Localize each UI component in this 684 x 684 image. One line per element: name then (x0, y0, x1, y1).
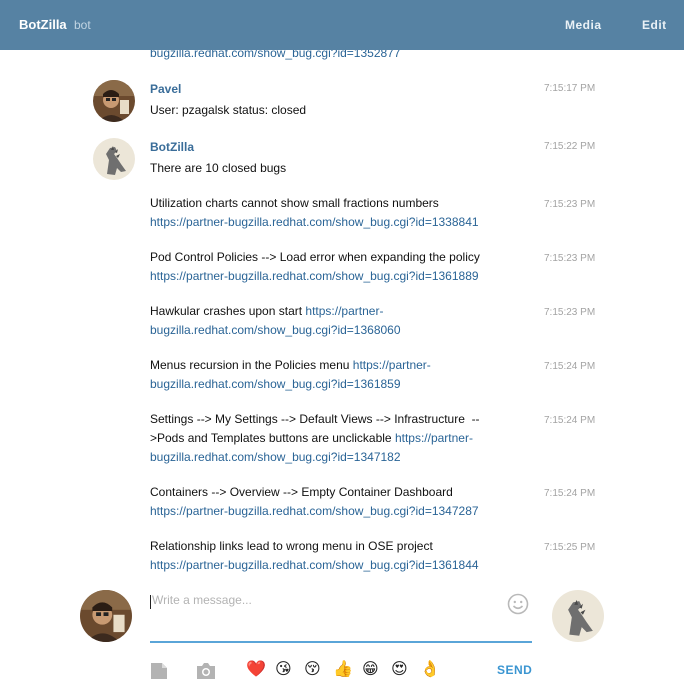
list-item: Menus recursion in the Policies menu htt… (150, 356, 520, 394)
message-input[interactable]: Write a message... (150, 593, 532, 643)
bug-title: Utilization charts cannot show small fra… (150, 196, 439, 210)
thumbs-up-emoji-icon[interactable]: 👍 (333, 660, 353, 678)
chat-header: BotZilla bot Media Edit (0, 0, 684, 50)
message-time: 7:15:25 PM (544, 542, 596, 553)
bug-title: Hawkular crashes upon start (150, 304, 306, 318)
list-item: Relationship links lead to wrong menu in… (150, 537, 520, 575)
grin-emoji-icon[interactable]: 😁 (362, 660, 379, 678)
camera-icon[interactable] (196, 662, 216, 684)
avatar-self[interactable] (80, 590, 132, 642)
edit-button[interactable]: Edit (642, 18, 667, 32)
send-button[interactable]: SEND (497, 663, 532, 677)
bug-title: Pod Control Policies --> Load error when… (150, 250, 480, 264)
kiss-emoji-icon[interactable]: 😘 (275, 660, 292, 678)
bug-title: >Pods and Templates buttons are unclicka… (150, 431, 395, 445)
bug-title: Containers --> Overview --> Empty Contai… (150, 485, 453, 499)
bug-title: Relationship links lead to wrong menu in… (150, 539, 433, 553)
bug-link[interactable]: bugzilla.redhat.com/show_bug.cgi?id=1352… (150, 50, 401, 60)
bug-title: Settings --> My Settings --> Default Vie… (150, 412, 480, 426)
bug-link[interactable]: https://partner- (305, 304, 383, 318)
bug-link[interactable]: https://partner- (395, 431, 473, 445)
list-item: Hawkular crashes upon start https://part… (150, 302, 520, 340)
message-placeholder: Write a message... (152, 593, 252, 607)
chat-subtitle: bot (74, 18, 91, 32)
ok-hand-emoji-icon[interactable]: 👌 (420, 660, 440, 678)
list-item: Containers --> Overview --> Empty Contai… (150, 483, 520, 521)
message-text: User: pzagalsk status: closed (150, 103, 307, 117)
text-caret (150, 595, 151, 609)
list-item: bugzilla.redhat.com/show_bug.cgi?id=1352… (150, 50, 520, 63)
chat-title[interactable]: BotZilla (19, 17, 67, 32)
avatar-botzilla[interactable] (93, 138, 135, 180)
bug-link[interactable]: bugzilla.redhat.com/show_bug.cgi?id=1347… (150, 450, 401, 464)
heart-emoji-icon[interactable]: ❤️ (246, 660, 266, 678)
message-time: 7:15:23 PM (544, 307, 596, 318)
message-author[interactable]: Pavel (150, 82, 181, 96)
message-time: 7:15:17 PM (544, 83, 596, 94)
composer: Write a message... ❤️ 😘 😚 👍 😁 😍 👌 SEND (0, 580, 684, 684)
message-author[interactable]: BotZilla (150, 140, 194, 154)
message-time: 7:15:23 PM (544, 253, 596, 264)
avatar-peer[interactable] (552, 590, 604, 642)
list-item: Pod Control Policies --> Load error when… (150, 248, 520, 286)
bug-link[interactable]: bugzilla.redhat.com/show_bug.cgi?id=1361… (150, 377, 401, 391)
message-history[interactable]: bugzilla.redhat.com/show_bug.cgi?id=1352… (0, 50, 684, 580)
media-button[interactable]: Media (565, 18, 602, 32)
bug-link[interactable]: https://partner-bugzilla.redhat.com/show… (150, 269, 479, 283)
smiley-icon[interactable] (507, 593, 529, 620)
message-text: There are 10 closed bugs (150, 161, 287, 175)
heart-eyes-emoji-icon[interactable]: 😍 (391, 660, 408, 678)
message-time: 7:15:24 PM (544, 415, 596, 426)
list-item: Settings --> My Settings --> Default Vie… (150, 410, 520, 467)
message-time: 7:15:22 PM (544, 141, 596, 152)
bug-link[interactable]: https://partner-bugzilla.redhat.com/show… (150, 215, 479, 229)
bug-link[interactable]: bugzilla.redhat.com/show_bug.cgi?id=1368… (150, 323, 401, 337)
message-time: 7:15:23 PM (544, 199, 596, 210)
bug-link[interactable]: https://partner- (353, 358, 431, 372)
avatar-pavel[interactable] (93, 80, 135, 122)
bug-title: Menus recursion in the Policies menu (150, 358, 353, 372)
list-item: Utilization charts cannot show small fra… (150, 194, 520, 232)
message-time: 7:15:24 PM (544, 488, 596, 499)
bug-link[interactable]: https://partner-bugzilla.redhat.com/show… (150, 558, 479, 572)
bug-link[interactable]: https://partner-bugzilla.redhat.com/show… (150, 504, 479, 518)
file-icon[interactable] (150, 662, 168, 684)
kissing-emoji-icon[interactable]: 😚 (304, 660, 321, 678)
message-time: 7:15:24 PM (544, 361, 596, 372)
